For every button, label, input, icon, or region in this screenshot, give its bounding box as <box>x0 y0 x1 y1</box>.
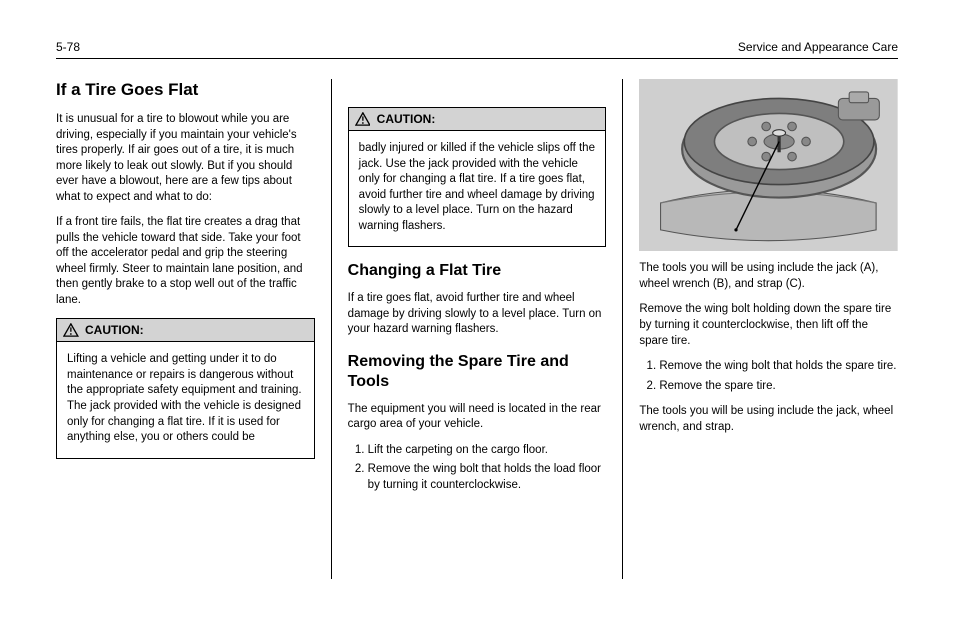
ordered-list: Lift the carpeting on the cargo floor. R… <box>368 443 607 494</box>
paragraph: The tools you will be using include the … <box>639 404 898 435</box>
caution-header: CAUTION: <box>57 319 314 342</box>
paragraph: It is unusual for a tire to blowout whil… <box>56 112 315 205</box>
paragraph: The equipment you will need is located i… <box>348 402 607 433</box>
caution-label: CAUTION: <box>377 112 436 126</box>
heading-removing-spare: Removing the Spare Tire and Tools <box>348 352 607 392</box>
caution-body: Lifting a vehicle and getting under it t… <box>57 342 314 457</box>
list-item: Remove the wing bolt that holds the load… <box>368 462 607 493</box>
caution-header: CAUTION: <box>349 108 606 131</box>
list-item: Remove the spare tire. <box>659 379 898 395</box>
column-2: CAUTION: badly injured or killed if the … <box>332 79 624 579</box>
paragraph: If a front tire fails, the flat tire cre… <box>56 215 315 308</box>
warning-triangle-icon <box>355 112 371 126</box>
paragraph: If a tire goes flat, avoid further tire … <box>348 291 607 338</box>
section-title: Service and Appearance Care <box>738 40 898 54</box>
ordered-list: Remove the wing bolt that holds the spar… <box>659 359 898 394</box>
page-number: 5-78 <box>56 40 80 54</box>
paragraph: The tools you will be using include the … <box>639 261 898 292</box>
caution-body: badly injured or killed if the vehicle s… <box>349 131 606 246</box>
column-3: The tools you will be using include the … <box>623 79 898 579</box>
heading-changing-flat: Changing a Flat Tire <box>348 261 607 281</box>
page: 5-78 Service and Appearance Care If a Ti… <box>0 0 954 599</box>
caution-label: CAUTION: <box>85 323 144 337</box>
columns: If a Tire Goes Flat It is unusual for a … <box>56 79 898 579</box>
page-header: 5-78 Service and Appearance Care <box>56 40 898 59</box>
heading-flat-tire: If a Tire Goes Flat <box>56 79 315 100</box>
spare-tire-illustration <box>639 79 898 251</box>
caution-box: CAUTION: badly injured or killed if the … <box>348 107 607 247</box>
list-item: Lift the carpeting on the cargo floor. <box>368 443 607 459</box>
caution-box: CAUTION: Lifting a vehicle and getting u… <box>56 318 315 458</box>
list-item: Remove the wing bolt that holds the spar… <box>659 359 898 375</box>
column-1: If a Tire Goes Flat It is unusual for a … <box>56 79 332 579</box>
warning-triangle-icon <box>63 323 79 337</box>
paragraph: Remove the wing bolt holding down the sp… <box>639 302 898 349</box>
